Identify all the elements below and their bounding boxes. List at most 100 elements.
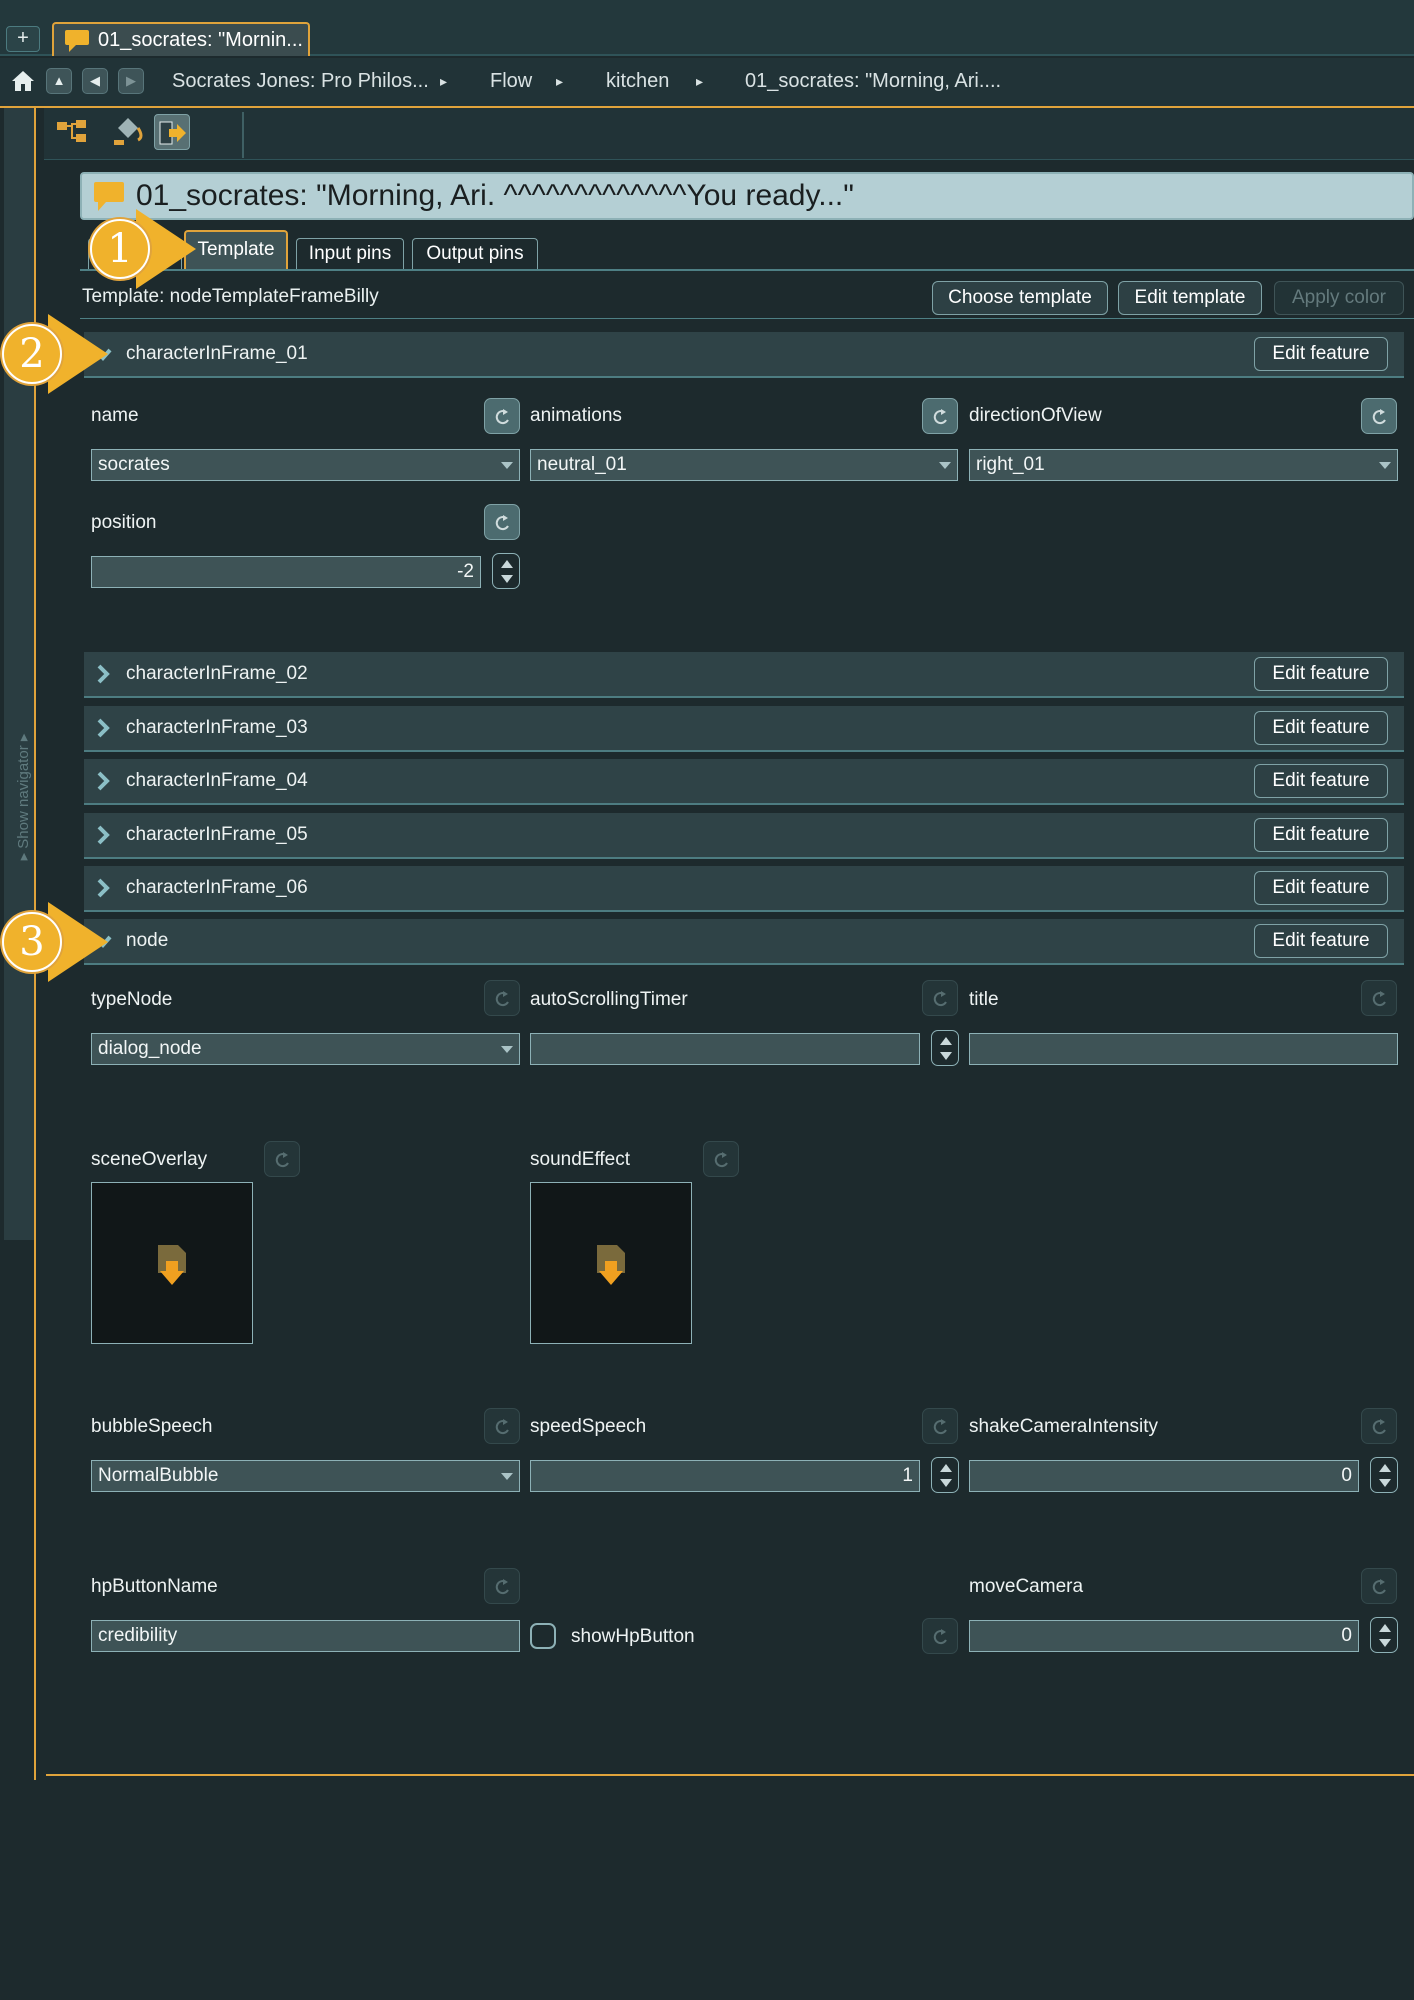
autoscrollingtimer-stepper[interactable]: [931, 1030, 959, 1066]
show-navigator-toggle[interactable]: ▸ Show navigator ▸: [14, 732, 32, 862]
new-tab-button[interactable]: +: [6, 26, 40, 52]
breadcrumb-separator-icon: ▸: [440, 73, 448, 89]
stepper-down-icon: [1379, 1479, 1391, 1487]
import-asset-icon: [597, 1245, 625, 1285]
title-input[interactable]: [969, 1033, 1398, 1065]
showhpbutton-checkbox[interactable]: [530, 1623, 556, 1649]
reset-name-icon[interactable]: [484, 398, 520, 434]
directionofview-dropdown[interactable]: right_01: [969, 449, 1398, 481]
title-label: title: [969, 989, 999, 1010]
feature-header-characterinframe-05[interactable]: characterInFrame_05 Edit feature: [84, 813, 1404, 859]
breadcrumb-separator-icon: ▸: [696, 73, 704, 89]
navigate-forward-icon[interactable]: ▶: [118, 68, 144, 94]
home-icon[interactable]: [10, 68, 36, 94]
movecamera-stepper[interactable]: [1370, 1617, 1398, 1653]
reset-showhpbutton-icon[interactable]: [922, 1618, 958, 1654]
feature-header-characterinframe-03[interactable]: characterInFrame_03 Edit feature: [84, 706, 1404, 752]
edit-feature-button[interactable]: Edit feature: [1254, 337, 1388, 371]
speedspeech-input[interactable]: 1: [530, 1460, 920, 1492]
shakecameraintensity-input[interactable]: 0: [969, 1460, 1359, 1492]
flow-view-icon[interactable]: [54, 114, 90, 150]
chevron-right-icon[interactable]: [94, 825, 112, 845]
reset-bubblespeech-icon[interactable]: [484, 1408, 520, 1444]
movecamera-input[interactable]: 0: [969, 1620, 1359, 1652]
position-input[interactable]: -2: [91, 556, 481, 588]
document-tab[interactable]: 01_socrates: "Mornin...: [52, 22, 310, 56]
chevron-right-icon[interactable]: [94, 878, 112, 898]
soundeffect-label: soundEffect: [530, 1149, 631, 1170]
reset-movecamera-icon[interactable]: [1361, 1568, 1397, 1604]
autoscrollingtimer-input[interactable]: [530, 1033, 920, 1065]
reset-shakecameraintensity-icon[interactable]: [1361, 1408, 1397, 1444]
paint-bucket-icon[interactable]: [108, 114, 144, 150]
reset-autoscrollingtimer-icon[interactable]: [922, 980, 958, 1016]
reset-speedspeech-icon[interactable]: [922, 1408, 958, 1444]
breadcrumb-item-flow[interactable]: Flow: [490, 70, 532, 93]
position-stepper[interactable]: [492, 553, 520, 589]
tab-template[interactable]: Template: [184, 230, 288, 270]
feature-header-node[interactable]: node Edit feature: [84, 919, 1404, 965]
feature-name: characterInFrame_03: [126, 717, 308, 738]
apply-color-button[interactable]: Apply color: [1274, 281, 1404, 315]
feature-header-characterinframe-01[interactable]: characterInFrame_01 Edit feature: [84, 332, 1404, 378]
chevron-right-icon[interactable]: [94, 718, 112, 738]
feature-name: characterInFrame_02: [126, 663, 308, 684]
position-label: position: [91, 512, 157, 533]
reset-title-icon[interactable]: [1361, 980, 1397, 1016]
edit-feature-button[interactable]: Edit feature: [1254, 924, 1388, 958]
shakecameraintensity-label: shakeCameraIntensity: [969, 1416, 1159, 1437]
feature-header-characterinframe-06[interactable]: characterInFrame_06 Edit feature: [84, 866, 1404, 912]
property-view-icon[interactable]: [154, 114, 190, 150]
chevron-down-icon: [501, 462, 513, 469]
navigate-back-icon[interactable]: ◀: [82, 68, 108, 94]
choose-template-button[interactable]: Choose template: [932, 281, 1108, 315]
edit-feature-button[interactable]: Edit feature: [1254, 818, 1388, 852]
edit-feature-button[interactable]: Edit feature: [1254, 764, 1388, 798]
edit-feature-button[interactable]: Edit feature: [1254, 657, 1388, 691]
toolbar-divider: [242, 112, 244, 158]
import-asset-icon: [158, 1245, 186, 1285]
showhpbutton-label: showHpButton: [571, 1626, 695, 1647]
reset-position-icon[interactable]: [484, 504, 520, 540]
reset-directionofview-icon[interactable]: [1361, 398, 1397, 434]
stepper-up-icon: [1379, 1464, 1391, 1472]
tab-input-pins[interactable]: Input pins: [296, 238, 404, 270]
speedspeech-stepper[interactable]: [931, 1457, 959, 1493]
reset-hpbuttonname-icon[interactable]: [484, 1568, 520, 1604]
chevron-right-icon[interactable]: [94, 664, 112, 684]
reset-typenode-icon[interactable]: [484, 980, 520, 1016]
edit-template-button[interactable]: Edit template: [1118, 281, 1262, 315]
navigator-panel[interactable]: ▸ Show navigator ▸: [4, 108, 36, 1240]
chevron-down-icon: [939, 462, 951, 469]
chevron-down-icon: [501, 1046, 513, 1053]
shakecameraintensity-stepper[interactable]: [1370, 1457, 1398, 1493]
feature-header-characterinframe-02[interactable]: characterInFrame_02 Edit feature: [84, 652, 1404, 698]
stepper-up-icon: [940, 1464, 952, 1472]
animations-dropdown[interactable]: neutral_01: [530, 449, 958, 481]
bubblespeech-dropdown[interactable]: NormalBubble: [91, 1460, 520, 1492]
reset-animations-icon[interactable]: [922, 398, 958, 434]
breadcrumb-item-kitchen[interactable]: kitchen: [606, 70, 669, 93]
edit-feature-button[interactable]: Edit feature: [1254, 711, 1388, 745]
sceneoverlay-asset-drop[interactable]: [91, 1182, 253, 1344]
autoscrollingtimer-label: autoScrollingTimer: [530, 989, 688, 1010]
bubblespeech-label: bubbleSpeech: [91, 1416, 213, 1437]
name-dropdown[interactable]: socrates: [91, 449, 520, 481]
chevron-right-icon[interactable]: [94, 771, 112, 791]
reset-sceneoverlay-icon[interactable]: [264, 1141, 300, 1177]
breadcrumb-item-project[interactable]: Socrates Jones: Pro Philos...: [172, 70, 429, 93]
dialogue-node-icon: [92, 180, 126, 218]
step-badge-2: 2: [2, 324, 62, 384]
tab-output-pins[interactable]: Output pins: [412, 238, 538, 270]
feature-header-characterinframe-04[interactable]: characterInFrame_04 Edit feature: [84, 759, 1404, 805]
typenode-dropdown[interactable]: dialog_node: [91, 1033, 520, 1065]
step-badge-3: 3: [2, 912, 62, 972]
stepper-up-icon: [1379, 1624, 1391, 1632]
edit-feature-button[interactable]: Edit feature: [1254, 871, 1388, 905]
navigate-up-icon[interactable]: ▲: [46, 68, 72, 94]
reset-soundeffect-icon[interactable]: [703, 1141, 739, 1177]
breadcrumb-item-node[interactable]: 01_socrates: "Morning, Ari....: [745, 70, 1001, 93]
hpbuttonname-input[interactable]: credibility: [91, 1620, 520, 1652]
stepper-up-icon: [501, 560, 513, 568]
soundeffect-asset-drop[interactable]: [530, 1182, 692, 1344]
